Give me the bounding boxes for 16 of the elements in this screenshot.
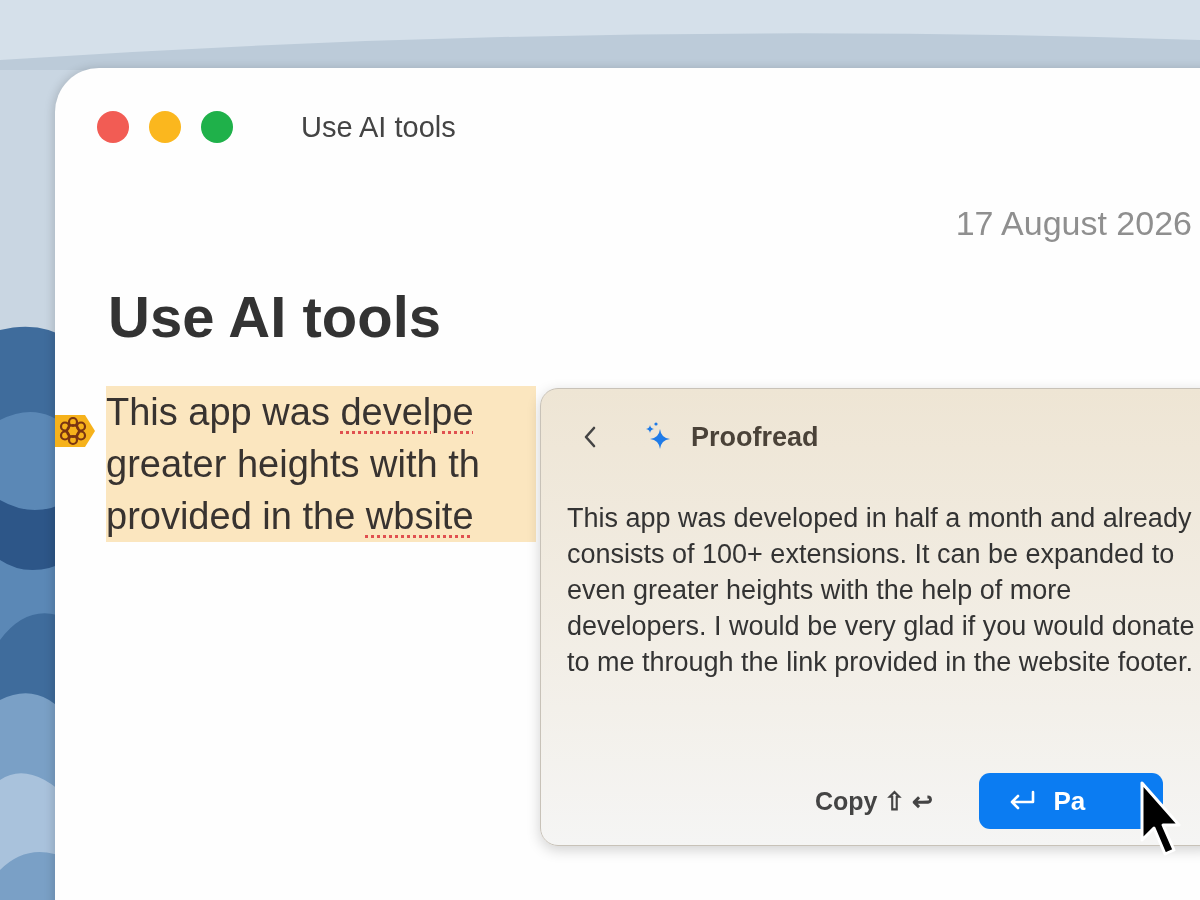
misspelled-word: develpe <box>340 391 474 433</box>
note-text: This app was <box>106 391 331 433</box>
panel-title: Proofread <box>691 421 819 453</box>
note-heading: Use AI tools <box>108 283 443 350</box>
proofread-text: This app was developed in half a month and already consists of 100+ extensions. It can be expanded to even greater heights with the help of more developers. I would be very glad if you would donate to me through the link provided in the website footer. <box>567 502 1196 679</box>
note-text: greater heights with th <box>106 443 480 485</box>
note-date: 17 August 2026 <box>954 204 1192 243</box>
minimize-button[interactable] <box>149 111 181 143</box>
note-text: provided in the <box>106 495 357 537</box>
back-icon[interactable] <box>583 426 597 448</box>
close-button[interactable] <box>97 111 129 143</box>
misspelled-word: wbsite <box>365 495 474 537</box>
zoom-button[interactable] <box>201 111 233 143</box>
paste-button[interactable]: Pa <box>979 773 1164 829</box>
copy-button[interactable]: Copy ⇧ ↩ <box>811 782 938 820</box>
window-title: Use AI tools <box>301 110 456 144</box>
